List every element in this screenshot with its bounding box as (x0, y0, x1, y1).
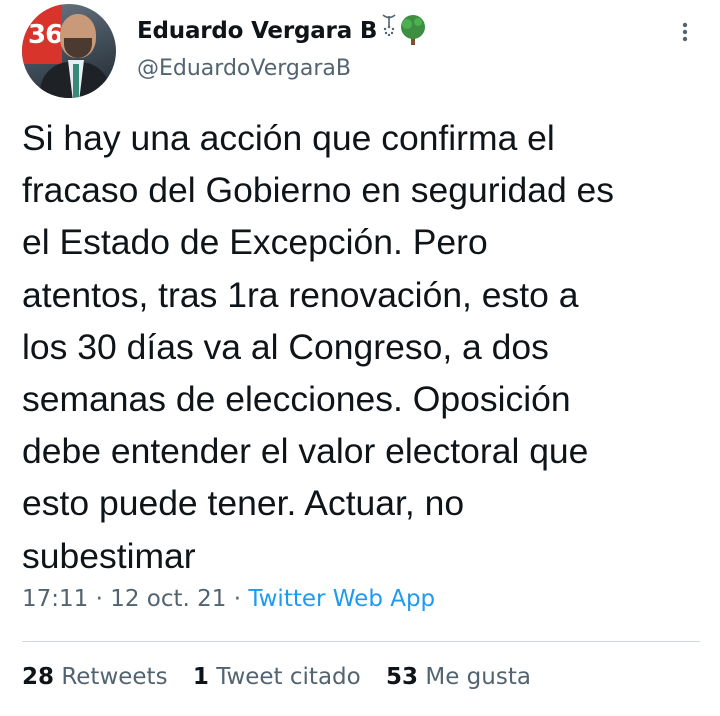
likes-count: 53 (386, 664, 419, 690)
avatar-tie (73, 64, 79, 98)
tweet-time[interactable]: 17:11 (22, 586, 88, 612)
likes-label: Me gusta (425, 664, 531, 690)
retweets-label: Retweets (61, 664, 168, 690)
meta-separator: · (233, 586, 242, 612)
quote-tweets-label: Tweet citado (216, 664, 361, 690)
retweets-stat[interactable]: 28 Retweets (22, 664, 168, 690)
quote-tweets-count: 1 (192, 664, 209, 690)
display-name[interactable]: Eduardo Vergara B (137, 18, 377, 44)
divider (22, 641, 700, 642)
avatar[interactable]: 360 (22, 4, 116, 98)
quote-tweets-stat[interactable]: 1 Tweet citado (193, 664, 361, 690)
meta-separator: · (95, 586, 103, 612)
tweet-source-link[interactable]: Twitter Web App (248, 586, 435, 612)
user-name-row[interactable]: Eduardo Vergara B (137, 14, 431, 48)
user-handle[interactable]: @EduardoVergaraB (137, 56, 351, 81)
tree-icon (379, 12, 431, 50)
likes-stat[interactable]: 53 Me gusta (386, 664, 531, 690)
engagement-stats: 28 Retweets 1 Tweet citado 53 Me gusta (22, 664, 549, 690)
tweet-meta: 17:11 · 12 oct. 21 · Twitter Web App (22, 586, 435, 612)
tweet-date[interactable]: 12 oct. 21 (110, 586, 226, 612)
retweets-count: 28 (22, 664, 55, 690)
tweet-text: Si hay una acción que confirma el fracas… (22, 118, 615, 576)
more-options-icon[interactable] (676, 20, 694, 44)
tweet-card: 360 Eduardo Vergara B @EduardoVergaraB S… (0, 0, 720, 716)
